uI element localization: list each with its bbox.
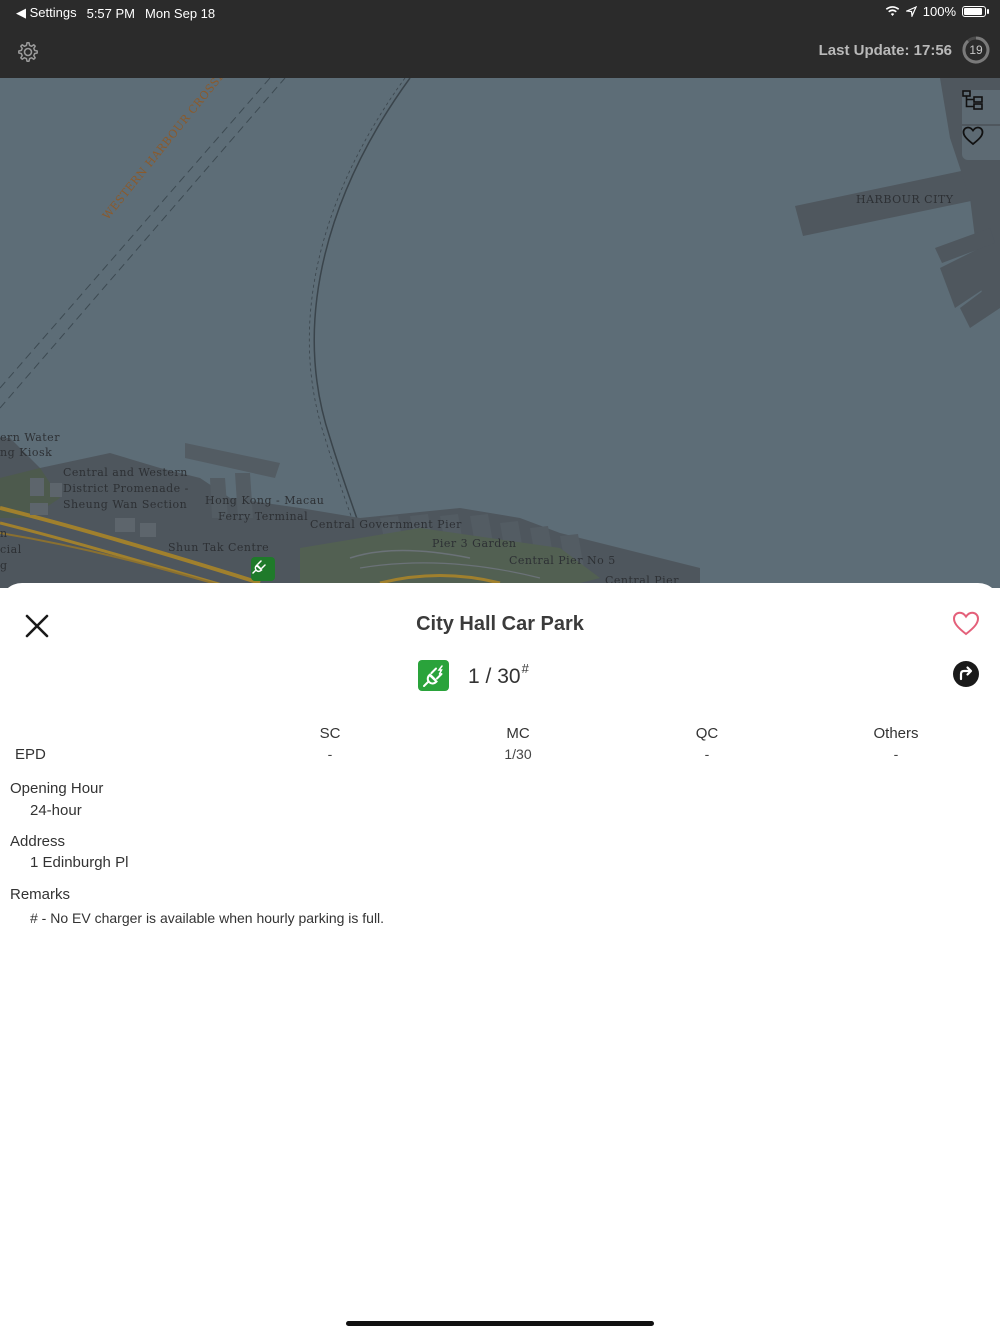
battery-icon xyxy=(962,6,989,17)
map-label-edge-cial: cial xyxy=(0,543,22,556)
battery-percent: 100% xyxy=(922,4,956,19)
availability-count: 1 / 30# xyxy=(468,661,529,689)
opening-hour-label: Opening Hour xyxy=(10,780,104,797)
map-label-ferry-2: Ferry Terminal xyxy=(218,510,309,523)
ev-plug-icon xyxy=(422,664,443,687)
wifi-icon xyxy=(885,6,899,16)
total-count: 30 xyxy=(497,665,521,688)
remarks-value: # - No EV charger is available when hour… xyxy=(30,910,385,926)
favorites-button[interactable] xyxy=(962,126,1000,160)
map-label-central-gov-pier: Central Government Pier xyxy=(310,518,462,531)
address-label: Address xyxy=(10,833,66,850)
status-date: Mon Sep 18 xyxy=(145,5,216,21)
last-update: Last Update: 17:56 xyxy=(818,42,952,59)
refresh-countdown[interactable]: 19 xyxy=(962,36,990,64)
back-to-settings[interactable]: ◀ Settings xyxy=(16,5,77,21)
opening-hour-value: 24-hour xyxy=(30,802,82,819)
column-header-mc: MC xyxy=(506,725,530,742)
map-label-pier3: Pier 3 Garden xyxy=(432,537,517,550)
car-park-detail-sheet: City Hall Car Park 1 / 30# SC MC QC Othe… xyxy=(0,583,1000,1334)
footnote-mark: # xyxy=(521,661,529,676)
layers-button[interactable] xyxy=(962,90,1000,124)
row-label-epd: EPD xyxy=(15,746,46,763)
map-label-edge-n: n xyxy=(0,527,8,540)
map-label-edge-g: g xyxy=(0,559,8,572)
directions-icon[interactable] xyxy=(952,660,980,688)
map-label-promenade-1: Central and Western xyxy=(63,466,188,479)
map-label-harbour-city: HARBOUR CITY xyxy=(856,193,954,206)
cell-epd-qc: - xyxy=(704,746,710,762)
cell-epd-others: - xyxy=(893,746,899,762)
count-separator: / xyxy=(485,665,492,688)
column-header-sc: SC xyxy=(319,725,341,742)
remarks-label: Remarks xyxy=(10,886,71,903)
map-view[interactable]: WESTERN HARBOUR CROSSING HARBOUR CITY er… xyxy=(0,78,1000,588)
ev-plug-badge xyxy=(418,660,449,691)
map-label-ern-water: ern Water xyxy=(0,431,60,444)
countdown-value: 19 xyxy=(969,43,983,57)
app-header: Last Update: 17:56 19 xyxy=(0,24,1000,78)
cell-epd-sc: - xyxy=(327,746,333,762)
map-label-shun-tak: Shun Tak Centre xyxy=(168,541,270,554)
battery-fill xyxy=(964,8,982,15)
status-time: 5:57 PM xyxy=(86,5,136,21)
car-park-title: City Hall Car Park xyxy=(416,613,584,635)
status-left: ◀ Settings 5:57 PM Mon Sep 18 xyxy=(16,5,215,21)
column-header-others: Others xyxy=(873,725,919,742)
map-label-promenade-2: District Promenade - xyxy=(63,482,189,495)
home-indicator[interactable] xyxy=(346,1321,654,1326)
available-count: 1 xyxy=(468,665,480,688)
address-value: 1 Edinburgh Pl xyxy=(30,854,129,871)
ev-charger-pin[interactable] xyxy=(251,557,275,581)
map-label-pier5: Central Pier No 5 xyxy=(509,554,616,567)
status-bar: ◀ Settings 5:57 PM Mon Sep 18 100% xyxy=(0,0,1000,24)
location-icon xyxy=(905,6,917,17)
map-label-ng-kiosk: ng Kiosk xyxy=(0,446,53,459)
map-label-promenade-3: Sheung Wan Section xyxy=(63,498,188,511)
ev-plug-icon xyxy=(252,560,266,574)
cell-epd-mc: 1/30 xyxy=(504,746,532,762)
layers-icon xyxy=(962,90,983,110)
map-label-ferry-1: Hong Kong - Macau xyxy=(205,494,325,507)
status-right: 100% xyxy=(885,4,989,19)
heart-icon xyxy=(962,126,984,146)
gear-icon[interactable] xyxy=(15,39,41,65)
column-header-qc: QC xyxy=(695,725,719,742)
heart-icon[interactable] xyxy=(952,610,980,638)
